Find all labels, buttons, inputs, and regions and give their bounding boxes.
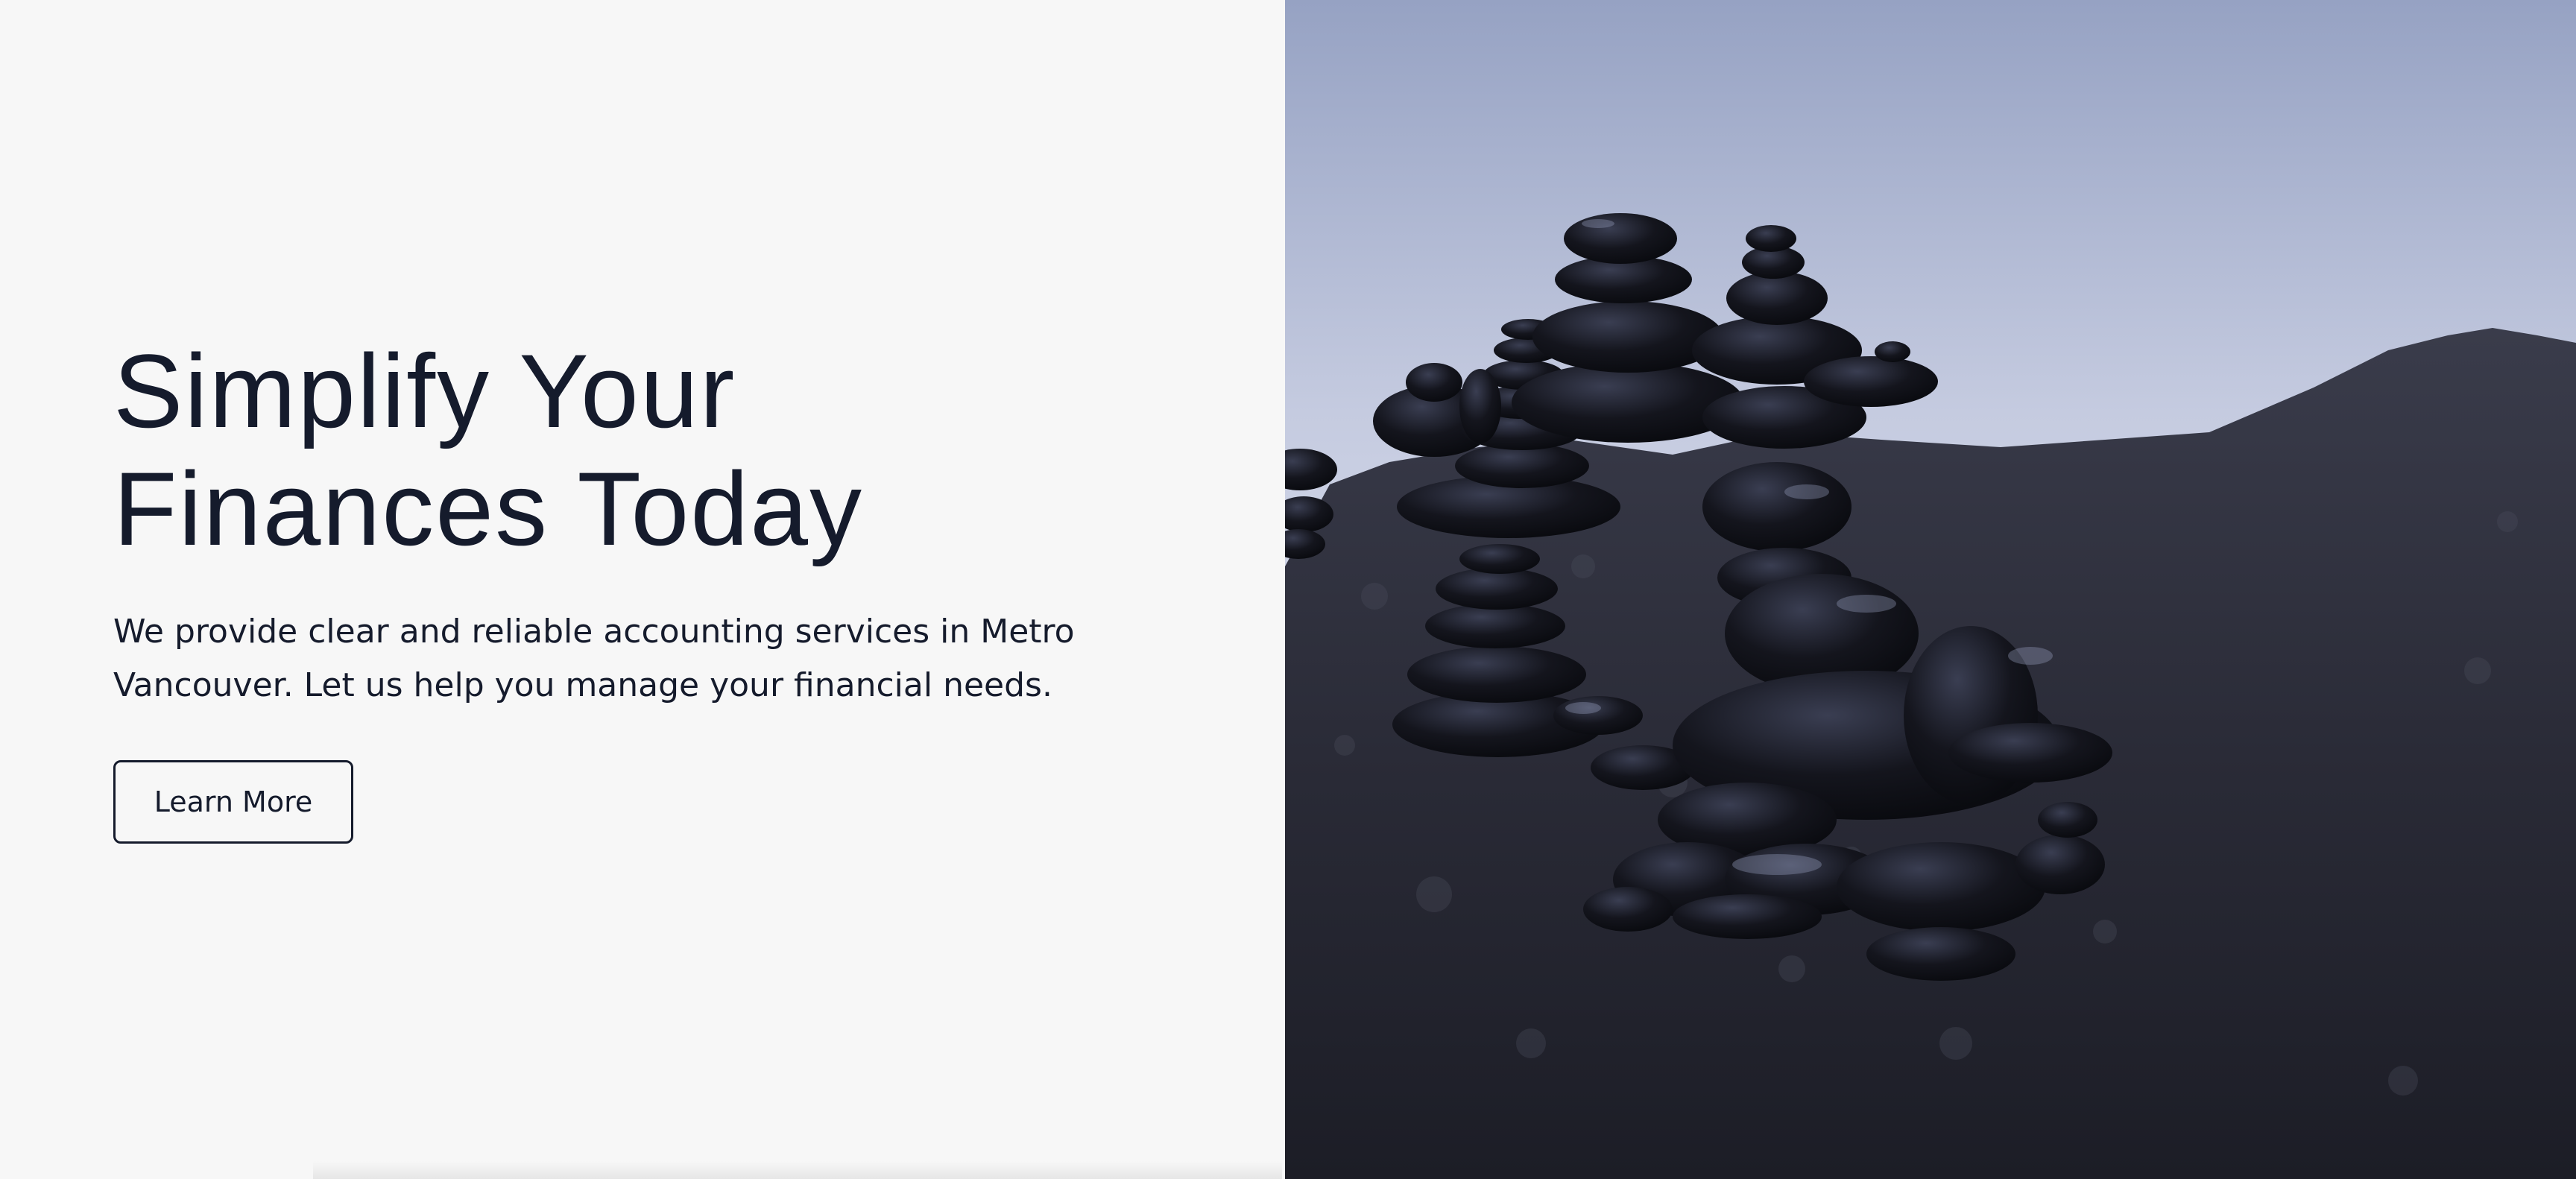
stacked-stones-photo <box>1285 0 2576 1179</box>
hero-title-line-1: Simplify Your <box>113 332 736 449</box>
hero-title: Simplify Your Finances Today <box>113 332 1157 568</box>
learn-more-button[interactable]: Learn More <box>113 760 353 844</box>
hero-title-line-2: Finances Today <box>113 450 864 567</box>
hero-image <box>1285 0 2576 1179</box>
section-divider-shadow <box>313 1161 1282 1179</box>
hero-description-line-2: Vancouver. Let us help you manage your f… <box>113 666 1052 704</box>
hero-description: We provide clear and reliable accounting… <box>113 605 1216 712</box>
hero-section: Simplify Your Finances Today We provide … <box>0 0 2576 1179</box>
hero-description-line-1: We provide clear and reliable accounting… <box>113 613 1075 651</box>
hero-content: Simplify Your Finances Today We provide … <box>0 0 1285 1179</box>
